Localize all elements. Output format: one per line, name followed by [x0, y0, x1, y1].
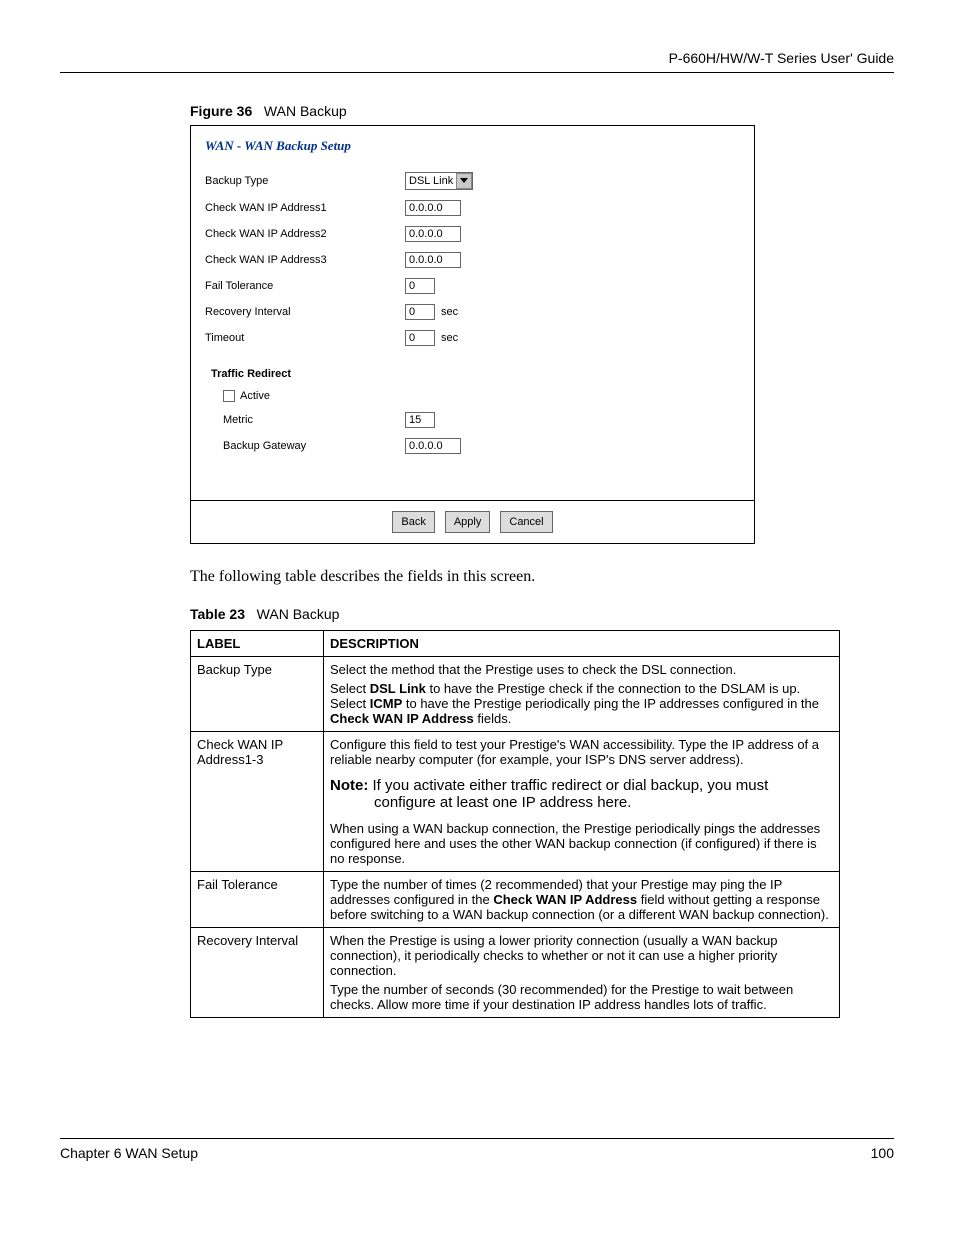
timeout-unit: sec: [441, 332, 458, 344]
cell-desc: When the Prestige is using a lower prior…: [324, 928, 840, 1018]
apply-button[interactable]: Apply: [445, 511, 491, 533]
figure-title: WAN Backup: [264, 103, 347, 119]
ip1-label: Check WAN IP Address1: [205, 202, 405, 214]
footer-rule: [60, 1138, 894, 1139]
screenshot-footer: Back Apply Cancel: [191, 500, 754, 543]
cell-label: Check WAN IP Address1-3: [191, 732, 324, 872]
timeout-input[interactable]: 0: [405, 330, 435, 346]
cell-label: Recovery Interval: [191, 928, 324, 1018]
page-footer: Chapter 6 WAN Setup 100: [60, 1138, 894, 1161]
figure-caption: Figure 36 WAN Backup: [190, 103, 894, 119]
metric-input[interactable]: 15: [405, 412, 435, 428]
header-guide: P-660H/HW/W-T Series User' Guide: [60, 50, 894, 66]
desc-line: Configure this field to test your Presti…: [330, 737, 833, 767]
desc-line: When using a WAN backup connection, the …: [330, 821, 833, 866]
desc-line: Select DSL Link to have the Prestige che…: [330, 681, 833, 726]
figure-label: Figure 36: [190, 103, 252, 119]
timeout-label: Timeout: [205, 332, 405, 344]
ip3-label: Check WAN IP Address3: [205, 254, 405, 266]
screenshot: WAN - WAN Backup Setup Backup Type DSL L…: [190, 125, 755, 544]
gateway-input[interactable]: 0.0.0.0: [405, 438, 461, 454]
backup-type-select[interactable]: DSL Link: [405, 172, 473, 190]
metric-label: Metric: [205, 414, 405, 426]
desc-line: Select the method that the Prestige uses…: [330, 662, 833, 677]
recovery-unit: sec: [441, 306, 458, 318]
th-desc: DESCRIPTION: [324, 631, 840, 657]
footer-chapter: Chapter 6 WAN Setup: [60, 1145, 198, 1161]
dropdown-arrow-icon: [456, 173, 472, 189]
fail-input[interactable]: 0: [405, 278, 435, 294]
cell-desc: Select the method that the Prestige uses…: [324, 657, 840, 732]
description-table: LABEL DESCRIPTION Backup Type Select the…: [190, 630, 840, 1018]
backup-type-value: DSL Link: [406, 175, 456, 187]
desc-line: When the Prestige is using a lower prior…: [330, 933, 833, 978]
footer-page: 100: [871, 1145, 894, 1161]
header-rule: [60, 72, 894, 73]
ip2-input[interactable]: 0.0.0.0: [405, 226, 461, 242]
body-text: The following table describes the fields…: [190, 568, 894, 586]
traffic-redirect-heading: Traffic Redirect: [211, 368, 740, 380]
recovery-label: Recovery Interval: [205, 306, 405, 318]
th-label: LABEL: [191, 631, 324, 657]
table-row: Recovery Interval When the Prestige is u…: [191, 928, 840, 1018]
gateway-label: Backup Gateway: [205, 440, 405, 452]
table-label: Table 23: [190, 606, 245, 622]
table-caption: Table 23 WAN Backup: [190, 606, 894, 622]
desc-line: Type the number of seconds (30 recommend…: [330, 982, 833, 1012]
cancel-button[interactable]: Cancel: [500, 511, 552, 533]
active-label: Active: [240, 390, 270, 402]
ip1-input[interactable]: 0.0.0.0: [405, 200, 461, 216]
back-button[interactable]: Back: [392, 511, 434, 533]
table-row: Backup Type Select the method that the P…: [191, 657, 840, 732]
cell-desc: Configure this field to test your Presti…: [324, 732, 840, 872]
table-title: WAN Backup: [257, 606, 340, 622]
ip3-input[interactable]: 0.0.0.0: [405, 252, 461, 268]
fail-label: Fail Tolerance: [205, 280, 405, 292]
cell-label: Fail Tolerance: [191, 872, 324, 928]
table-row: Fail Tolerance Type the number of times …: [191, 872, 840, 928]
active-checkbox[interactable]: [223, 390, 235, 402]
cell-label: Backup Type: [191, 657, 324, 732]
cell-desc: Type the number of times (2 recommended)…: [324, 872, 840, 928]
screenshot-title: WAN - WAN Backup Setup: [205, 138, 740, 154]
note: Note: If you activate either traffic red…: [330, 777, 833, 811]
table-row: Check WAN IP Address1-3 Configure this f…: [191, 732, 840, 872]
ip2-label: Check WAN IP Address2: [205, 228, 405, 240]
recovery-input[interactable]: 0: [405, 304, 435, 320]
backup-type-label: Backup Type: [205, 175, 405, 187]
